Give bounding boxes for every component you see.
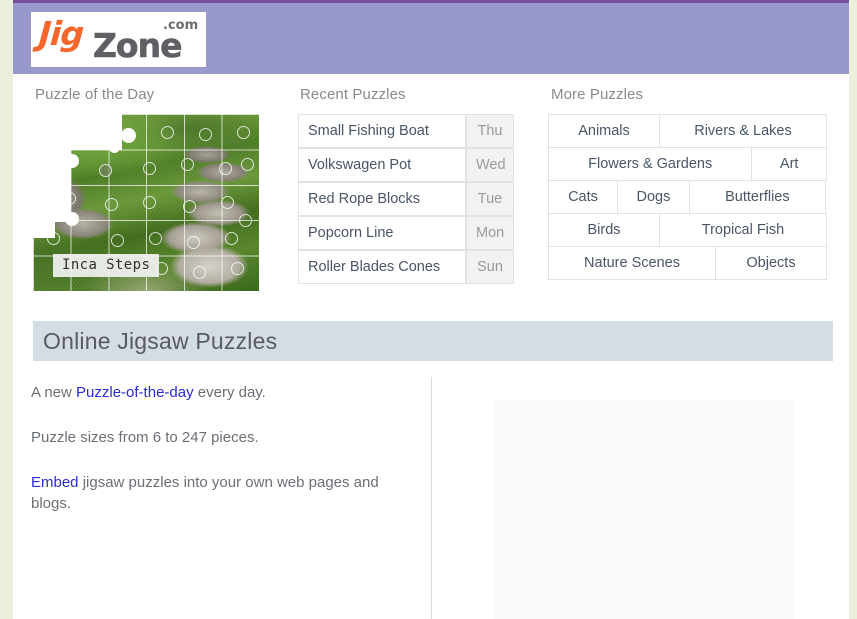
intro-paragraph: Embed jigsaw puzzles into your own web p… <box>31 472 416 514</box>
puzzle-knob <box>241 158 254 171</box>
puzzle-knob <box>231 262 244 275</box>
advertisement-placeholder <box>495 400 793 619</box>
paragraph-text: A new <box>31 384 77 401</box>
more-puzzles-row: Flowers & Gardens Art <box>548 147 829 181</box>
puzzle-knob <box>193 266 206 279</box>
category-button-art[interactable]: Art <box>751 147 827 181</box>
puzzle-knob <box>99 164 112 177</box>
intro-paragraph: Puzzle sizes from 6 to 247 pieces. <box>31 427 416 448</box>
recent-puzzle-name[interactable]: Volkswagen Pot <box>298 148 466 182</box>
category-button-butterflies[interactable]: Butterflies <box>688 180 826 214</box>
more-puzzles-row: Birds Tropical Fish <box>548 213 829 247</box>
more-puzzles-row: Nature Scenes Objects <box>548 246 829 280</box>
intro-paragraph: A new Puzzle-of-the-day every day. <box>31 382 416 403</box>
site-logo[interactable]: Jig Zone .com <box>31 12 206 67</box>
puzzle-missing-piece <box>33 114 71 150</box>
category-button-objects[interactable]: Objects <box>715 246 827 280</box>
recent-puzzle-name[interactable]: Popcorn Line <box>298 216 466 250</box>
right-margin-strip <box>849 0 857 619</box>
category-button-animals[interactable]: Animals <box>548 114 660 148</box>
more-puzzles-column: More Puzzles Animals Rivers & Lakes Flower… <box>548 86 833 280</box>
puzzle-knob <box>63 192 76 205</box>
puzzle-knob <box>105 198 118 211</box>
puzzle-knob <box>199 128 212 141</box>
table-row[interactable]: Volkswagen Pot Wed <box>298 148 514 182</box>
page-title: Online Jigsaw Puzzles <box>43 327 278 354</box>
puzzle-missing-piece <box>33 150 71 186</box>
recent-puzzle-day: Tue <box>466 182 514 216</box>
puzzle-knob <box>65 212 79 226</box>
puzzle-of-the-day-column: Puzzle of the Day Inca Steps <box>33 86 278 291</box>
logo-text-jig: Jig <box>37 14 85 53</box>
intro-text-column: A new Puzzle-of-the-day every day. Puzzle… <box>31 382 416 514</box>
puzzle-knob <box>111 234 124 247</box>
more-puzzles-title: More Puzzles <box>551 86 644 103</box>
more-puzzles-grid: Animals Rivers & Lakes Flowers & Gardens Ar… <box>548 114 829 280</box>
table-row[interactable]: Roller Blades Cones Sun <box>298 250 514 284</box>
table-row[interactable]: Red Rope Blocks Tue <box>298 182 514 216</box>
puzzle-knob <box>219 162 232 175</box>
inline-link-embed[interactable]: Embed <box>31 474 79 491</box>
logo-text-com: .com <box>163 18 199 33</box>
paragraph-text: jigsaw puzzles into your own web pages a… <box>31 474 379 512</box>
puzzle-knob <box>161 126 174 139</box>
puzzle-knob <box>225 232 238 245</box>
puzzle-knob <box>143 196 156 209</box>
puzzle-knob <box>183 200 196 213</box>
puzzle-of-the-day-title: Puzzle of the Day <box>35 86 155 103</box>
puzzle-knob <box>237 126 250 139</box>
category-button-dogs[interactable]: Dogs <box>617 180 690 214</box>
recent-puzzles-title: Recent Puzzles <box>300 86 406 103</box>
puzzle-knob <box>181 158 194 171</box>
more-puzzles-row: Animals Rivers & Lakes <box>548 114 829 148</box>
page-root: Jig Zone .com Puzzle of the Day Inca Ste… <box>0 0 857 619</box>
section-banner: Online Jigsaw Puzzles <box>33 321 833 361</box>
category-button-rivers-lakes[interactable]: Rivers & Lakes <box>659 114 827 148</box>
recent-puzzle-day: Mon <box>466 216 514 250</box>
more-puzzles-row: Cats Dogs Butterflies <box>548 180 829 214</box>
puzzle-knob <box>221 196 234 209</box>
puzzle-knob <box>91 128 106 143</box>
puzzle-knob <box>65 154 79 168</box>
puzzle-knob <box>187 236 200 249</box>
table-row[interactable]: Small Fishing Boat Thu <box>298 114 514 148</box>
recent-puzzles-table: Small Fishing Boat Thu Volkswagen Pot Wed Re… <box>298 114 514 284</box>
category-button-cats[interactable]: Cats <box>548 180 618 214</box>
category-button-flowers-gardens[interactable]: Flowers & Gardens <box>548 147 753 181</box>
category-button-birds[interactable]: Birds <box>548 213 660 247</box>
puzzle-of-the-day-thumbnail[interactable]: Inca Steps <box>33 114 259 291</box>
vertical-divider <box>431 377 432 619</box>
category-button-tropical-fish[interactable]: Tropical Fish <box>659 213 827 247</box>
puzzle-knob <box>143 162 156 175</box>
recent-puzzle-name[interactable]: Roller Blades Cones <box>298 250 466 284</box>
table-row[interactable]: Popcorn Line Mon <box>298 216 514 250</box>
puzzle-knob <box>109 142 120 153</box>
recent-puzzle-day: Sun <box>466 250 514 284</box>
puzzle-knob <box>47 232 60 245</box>
category-button-nature-scenes[interactable]: Nature Scenes <box>548 246 716 280</box>
inline-link-puzzle-of-the-day[interactable]: Puzzle-of-the-day <box>76 384 194 401</box>
recent-puzzles-column: Recent Puzzles Small Fishing Boat Thu Volk… <box>298 86 523 284</box>
paragraph-text: Puzzle sizes from 6 to 247 pieces. <box>31 429 259 446</box>
site-header: Jig Zone .com <box>13 0 849 74</box>
recent-puzzle-name[interactable]: Red Rope Blocks <box>298 182 466 216</box>
recent-puzzle-name[interactable]: Small Fishing Boat <box>298 114 466 148</box>
puzzle-knob <box>121 128 136 143</box>
recent-puzzle-day: Wed <box>466 148 514 182</box>
paragraph-text: every day. <box>193 384 266 401</box>
puzzle-knob <box>239 214 252 227</box>
puzzle-knob <box>149 232 162 245</box>
puzzle-of-the-day-caption: Inca Steps <box>53 254 160 277</box>
recent-puzzle-day: Thu <box>466 114 514 148</box>
